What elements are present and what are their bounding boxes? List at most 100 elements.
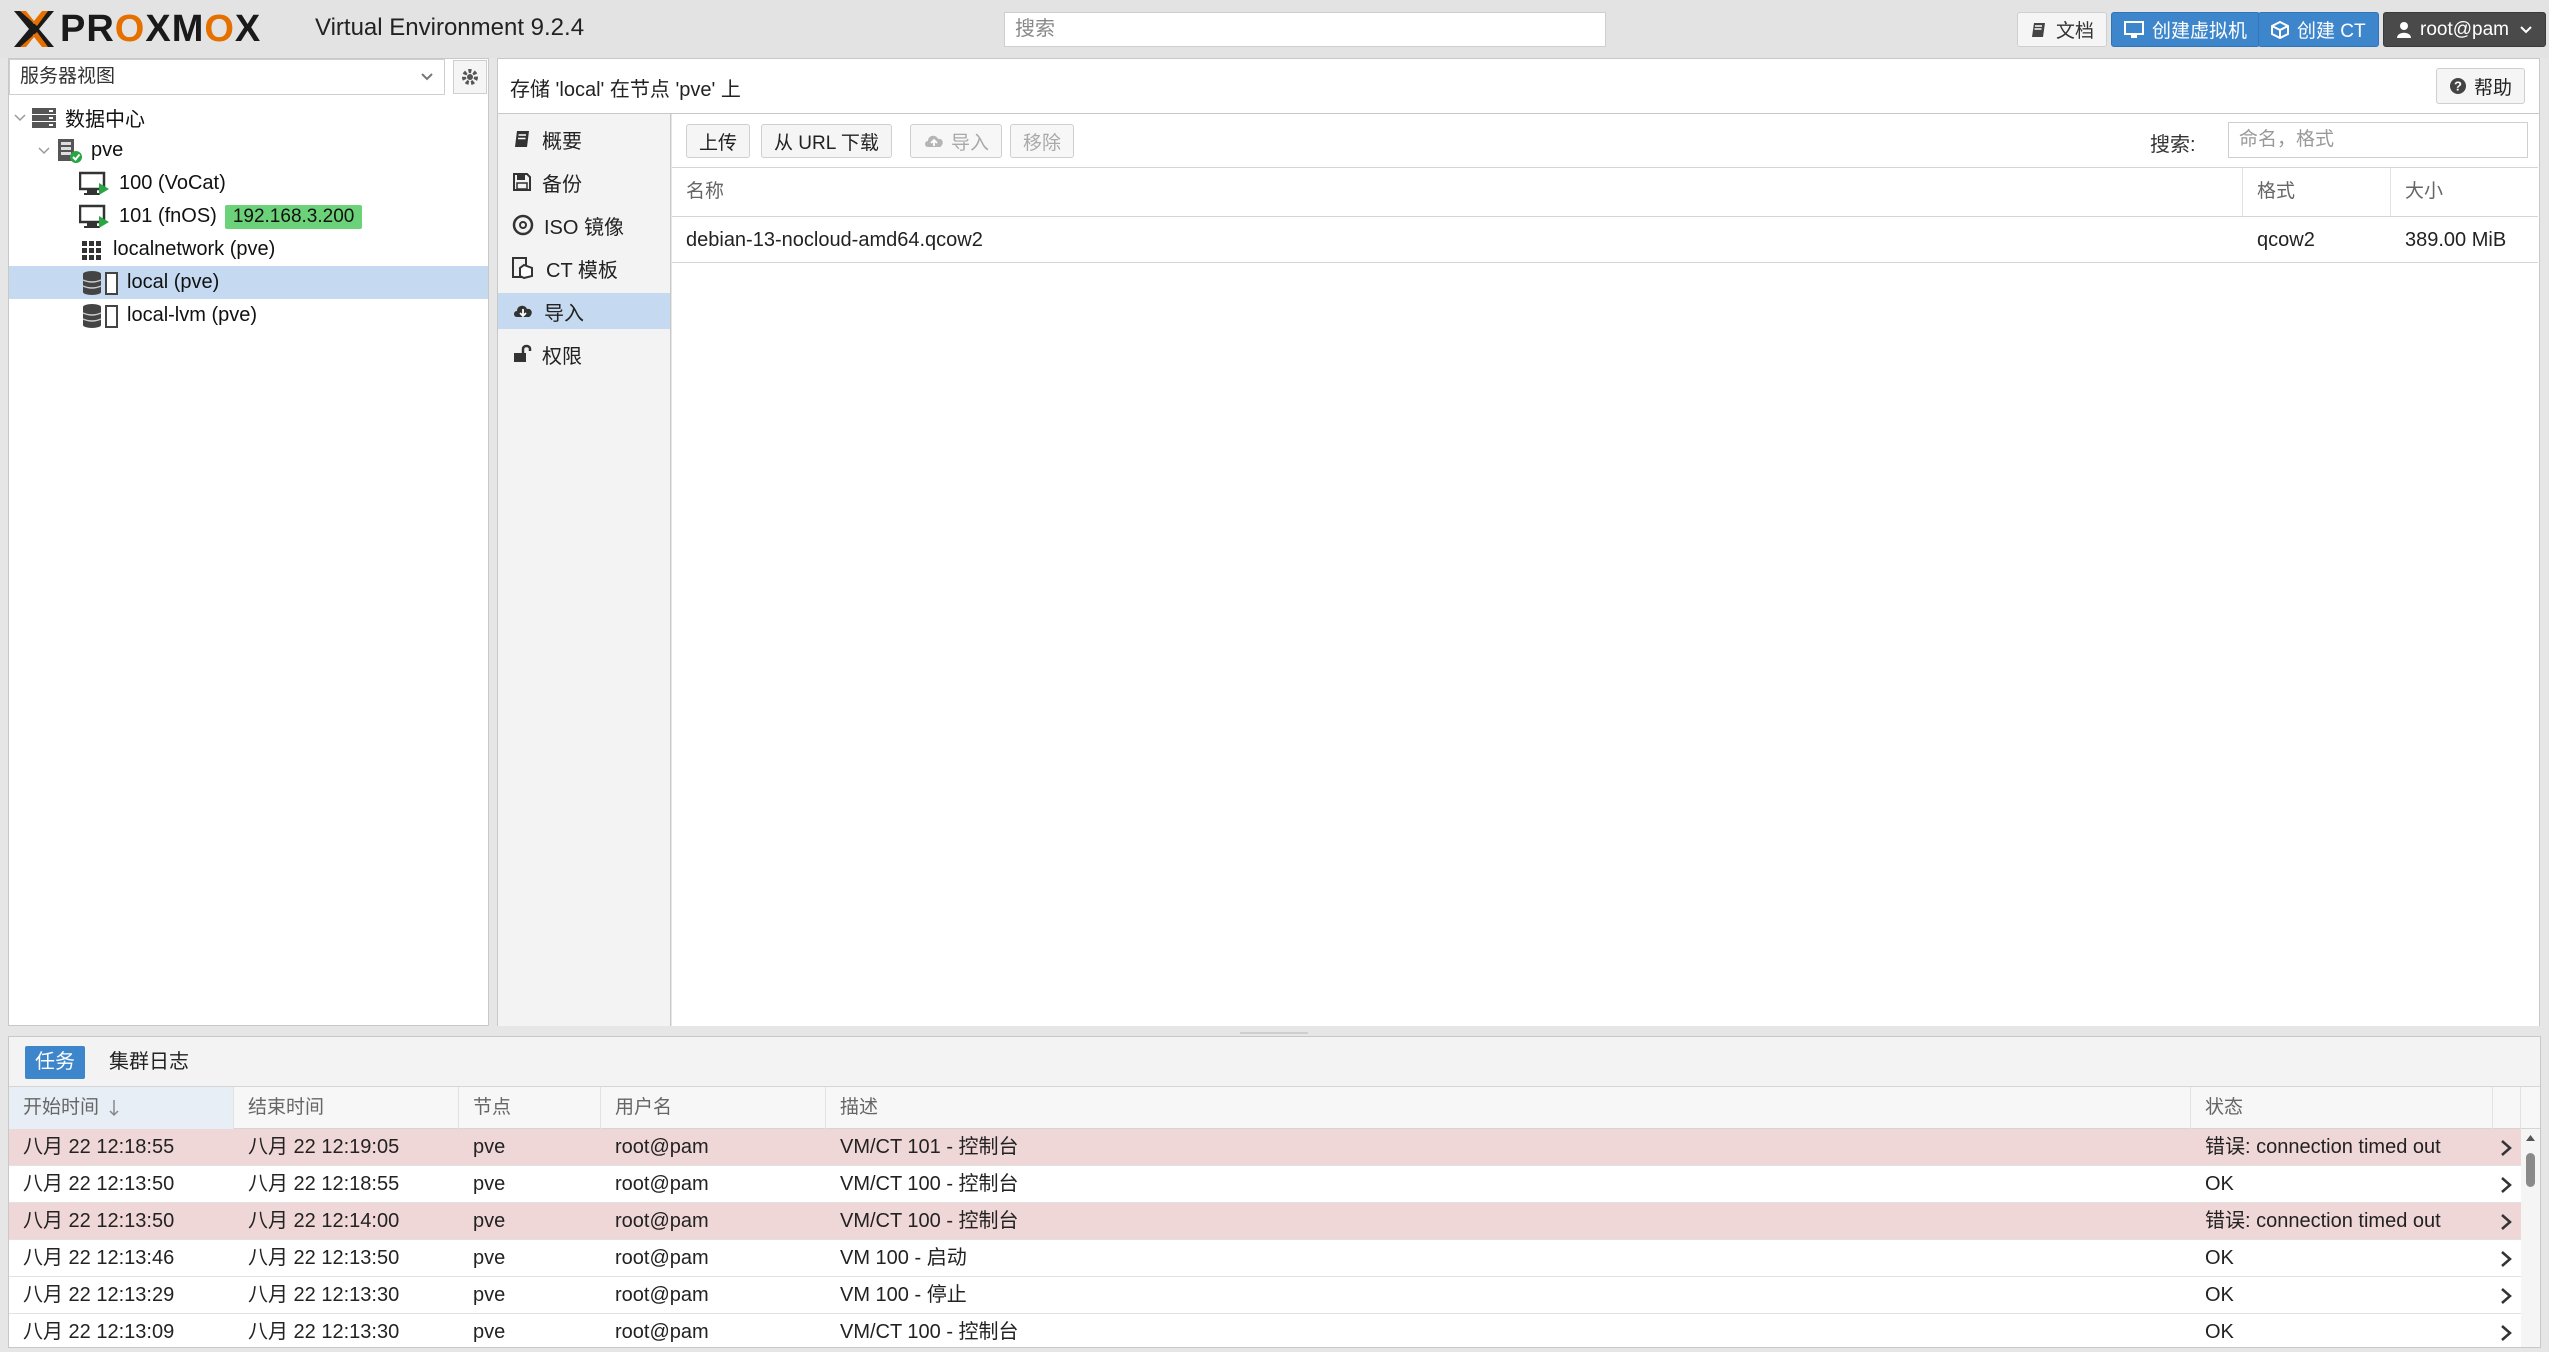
column-header-node[interactable]: 节点 [459,1087,601,1129]
table-row[interactable]: 八月 22 12:13:50 八月 22 12:14:00 pve root@pam V… [9,1203,2521,1240]
chevron-right-icon[interactable] [2499,1277,2521,1314]
help-button[interactable]: ? 帮助 [2435,68,2525,104]
remove-button[interactable]: 移除 [1010,124,1075,158]
nav-item-permissions[interactable]: 权限 [498,336,670,372]
nav-item-import[interactable]: 导入 [498,293,670,329]
table-row[interactable]: 八月 22 12:18:55 八月 22 12:19:05 pve root@pam V… [9,1129,2521,1166]
tree-item-vm-100[interactable]: 100 (VoCat) [9,167,488,200]
nav-item-label: 权限 [542,345,582,368]
cell-end-time: 八月 22 12:13:30 [248,1321,400,1343]
cell-end-time: 八月 22 12:14:00 [248,1210,400,1232]
column-header-end-time[interactable]: 结束时间 [234,1087,459,1129]
column-header-status[interactable]: 状态 [2191,1087,2493,1129]
column-header-format[interactable]: 格式 [2243,168,2391,216]
tree-item-node-pve[interactable]: pve [9,134,488,167]
cell-status: 错误: connection timed out [2205,1136,2441,1158]
chevron-right-icon[interactable] [2499,1129,2521,1166]
column-header-name[interactable]: 名称 [672,168,2243,216]
nav-item-label: 备份 [542,173,582,196]
cell-start-time: 八月 22 12:13:50 [23,1210,175,1232]
nav-item-label: CT 模板 [546,259,618,282]
svg-text:?: ? [2454,79,2462,94]
book-icon [2032,22,2045,37]
chevron-down-icon [2520,25,2532,33]
ip-address-badge: 192.168.3.200 [224,204,363,229]
view-selector[interactable]: 服务器视图 [9,59,445,95]
docs-button[interactable]: 文档 [2017,12,2108,47]
proxmox-logo[interactable]: PROXMOX [12,8,261,50]
column-header-start-time[interactable]: 开始时间 [9,1087,234,1129]
task-log-panel: 任务 集群日志 开始时间 结束时间 节点 用户名 描述 状态 八月 22 12:… [8,1036,2541,1348]
disc-icon [512,214,534,236]
view-selector-value: 服务器视图 [20,66,116,87]
tree-item-localnetwork[interactable]: localnetwork (pve) [9,233,488,266]
column-header-user[interactable]: 用户名 [601,1087,826,1129]
datacenter-icon [31,107,57,129]
cell-size: 389.00 MiB [2405,229,2507,251]
cell-end-time: 八月 22 12:19:05 [248,1136,400,1158]
tree-item-datacenter[interactable]: 数据中心 [9,101,488,134]
node-online-icon [55,138,83,164]
cell-user: root@pam [615,1173,709,1195]
grid-search-input[interactable]: 命名，格式 [2228,122,2528,158]
scroll-up-icon[interactable] [2521,1129,2540,1147]
user-label: root@pam [2420,18,2509,40]
nav-item-summary[interactable]: 概要 [498,121,670,157]
import-button[interactable]: 导入 [910,124,1003,158]
import-label: 导入 [951,132,990,154]
tree-item-label: local (pve) [127,271,220,293]
tree-item-label: local-lvm (pve) [127,304,258,326]
gear-icon [462,69,478,85]
chevron-right-icon[interactable] [2499,1166,2521,1203]
column-header-size[interactable]: 大小 [2391,168,2538,216]
nav-item-backup[interactable]: 备份 [498,164,670,200]
import-grid-panel: 上传 从 URL 下载 导入 移除 搜索: 命名，格式 名称 格式 大小 deb… [672,114,2540,1026]
cell-node: pve [473,1173,506,1195]
task-grid-header: 开始时间 结束时间 节点 用户名 描述 状态 [9,1087,2540,1129]
upload-label: 上传 [699,132,738,154]
create-ct-button[interactable]: 创建 CT [2258,12,2379,47]
cell-user: root@pam [615,1210,709,1232]
table-row[interactable]: 八月 22 12:13:29 八月 22 12:13:30 pve root@pam V… [9,1277,2521,1314]
global-search-input[interactable]: 搜索 [1004,12,1606,47]
tab-tasks[interactable]: 任务 [25,1046,85,1079]
table-row[interactable]: debian-13-nocloud-amd64.qcow2 qcow2 389.… [672,217,2538,263]
scrollbar-thumb[interactable] [2526,1153,2535,1187]
cell-status: OK [2205,1173,2234,1195]
upload-button[interactable]: 上传 [686,124,751,158]
cell-user: root@pam [615,1136,709,1158]
download-from-url-button[interactable]: 从 URL 下载 [761,124,892,158]
tree-item-storage-local[interactable]: local (pve) [9,266,488,299]
tree-item-storage-local-lvm[interactable]: local-lvm (pve) [9,299,488,332]
splitter-grip[interactable] [1240,1026,1308,1034]
table-row[interactable]: 八月 22 12:13:09 八月 22 12:13:30 pve root@pam V… [9,1314,2521,1347]
sort-desc-icon [109,1099,119,1117]
cell-start-time: 八月 22 12:13:50 [23,1173,175,1195]
create-vm-button[interactable]: 创建虚拟机 [2111,12,2261,47]
tab-cluster-log[interactable]: 集群日志 [99,1046,199,1079]
column-header-description[interactable]: 描述 [826,1087,2191,1129]
tree-settings-button[interactable] [453,60,487,94]
chevron-down-icon [420,60,434,94]
chevron-right-icon[interactable] [2499,1240,2521,1277]
chevron-right-icon[interactable] [2499,1314,2521,1347]
nav-item-iso[interactable]: ISO 镜像 [498,207,670,243]
task-scrollbar[interactable] [2521,1129,2540,1347]
logo-text: PROXMOX [60,7,262,50]
chevron-down-icon [14,113,26,121]
user-menu-button[interactable]: root@pam [2383,12,2546,47]
chevron-right-icon[interactable] [2499,1203,2521,1240]
tree-item-vm-101[interactable]: 101 (fnOS) 192.168.3.200 [9,200,488,233]
top-bar: PROXMOX Virtual Environment 9.2.4 搜索 文档 … [0,0,2549,58]
nav-item-ct-templates[interactable]: CT 模板 [498,250,670,286]
panel-splitter[interactable] [0,1026,2549,1036]
cell-start-time: 八月 22 12:18:55 [23,1136,175,1158]
cell-status: OK [2205,1321,2234,1343]
proxmox-x-icon [14,11,54,47]
table-row[interactable]: 八月 22 12:13:46 八月 22 12:13:50 pve root@pam V… [9,1240,2521,1277]
cell-start-time: 八月 22 12:13:46 [23,1247,175,1269]
table-row[interactable]: 八月 22 12:13:50 八月 22 12:18:55 pve root@pam V… [9,1166,2521,1203]
cell-description: VM 100 - 停止 [840,1284,967,1306]
cell-node: pve [473,1247,506,1269]
cell-node: pve [473,1136,506,1158]
